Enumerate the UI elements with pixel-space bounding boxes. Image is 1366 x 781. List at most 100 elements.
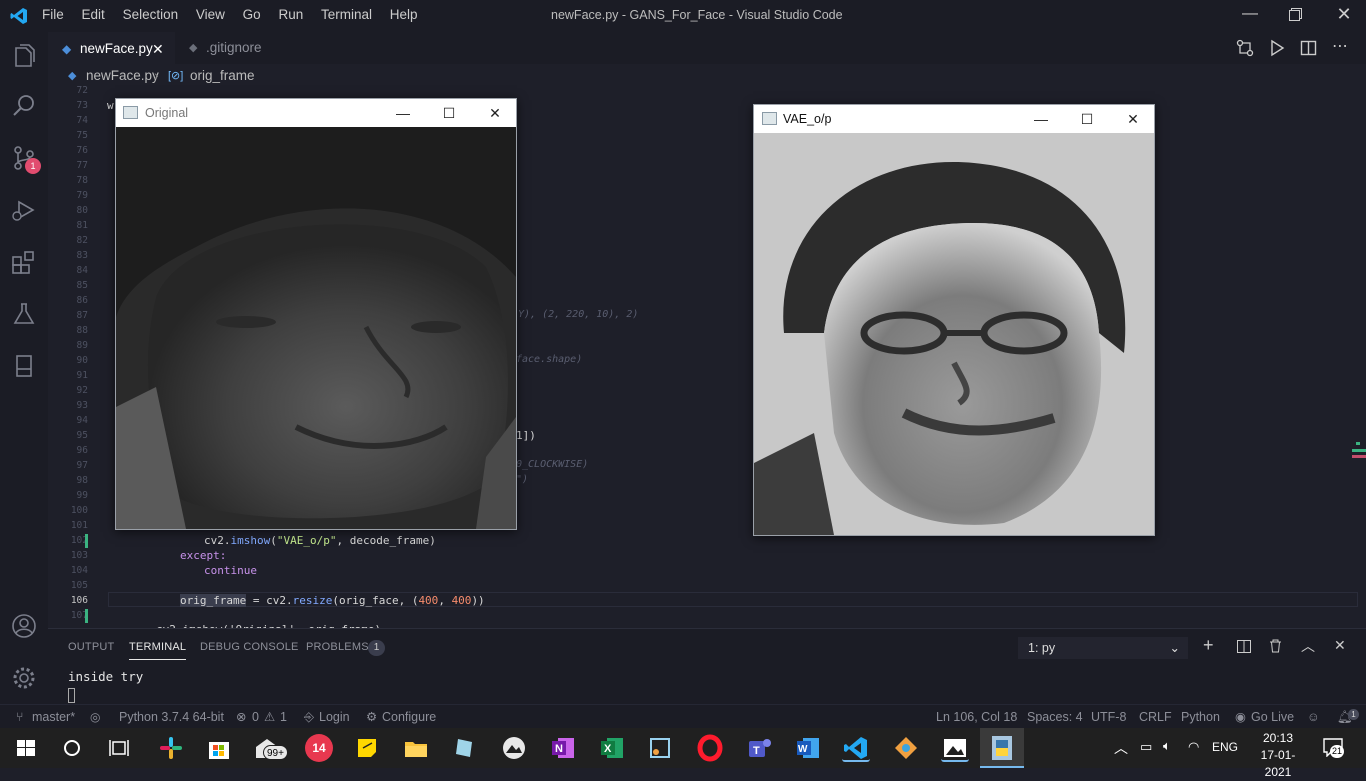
status-indentation[interactable]: Spaces: 4	[1027, 705, 1083, 729]
python-window-taskbar-button[interactable]	[980, 728, 1024, 768]
menu-go[interactable]: Go	[243, 7, 261, 22]
live-share-icon[interactable]: ◎	[90, 705, 100, 729]
new-terminal-plus-icon[interactable]: +	[1203, 635, 1214, 656]
app-window-icon	[123, 106, 138, 119]
opencv-window-original[interactable]: Original — ☐ ✕	[115, 98, 517, 530]
status-go-live[interactable]: Go Live	[1251, 705, 1294, 729]
git-extensions-icon[interactable]	[892, 734, 920, 762]
open-changes-icon[interactable]	[1236, 39, 1254, 57]
volume-icon[interactable]: 🔈︎	[1163, 738, 1171, 754]
vscode-taskbar-icon[interactable]	[842, 734, 870, 762]
restore-button[interactable]	[1289, 8, 1302, 21]
tab-gitignore[interactable]: ◆ .gitignore	[175, 32, 285, 64]
cv-window-title: Original	[145, 106, 189, 120]
status-error-count[interactable]: 0	[252, 705, 259, 729]
opencv-window-vae-output[interactable]: VAE_o/p — ☐ ✕	[753, 104, 1155, 536]
cv-close-button[interactable]: ✕	[472, 99, 518, 127]
more-actions-icon[interactable]: ⋯	[1332, 36, 1348, 56]
panel-tab-output[interactable]: OUTPUT	[68, 641, 114, 653]
cortana-search-icon[interactable]	[58, 734, 86, 762]
excel-icon[interactable]: X	[598, 734, 626, 762]
explorer-icon[interactable]	[10, 42, 38, 70]
action-center-icon[interactable]: 21	[1322, 737, 1344, 758]
panel-tab-debug-console[interactable]: DEBUG CONSOLE	[200, 641, 299, 653]
task-view-icon[interactable]	[105, 734, 133, 762]
line-number: 79	[76, 190, 88, 201]
input-language[interactable]: ENG	[1212, 740, 1238, 754]
snipping-tool-icon[interactable]	[646, 734, 674, 762]
status-configure[interactable]: Configure	[382, 705, 436, 729]
trash-icon[interactable]	[1269, 639, 1282, 653]
mail-icon[interactable]: 99+	[253, 734, 288, 762]
maximize-panel-chevron-up-icon[interactable]: ︿	[1301, 636, 1315, 656]
menu-selection[interactable]: Selection	[123, 7, 179, 22]
status-python-interpreter[interactable]: Python 3.7.4 64-bit	[119, 705, 224, 729]
slack-icon[interactable]	[157, 734, 185, 762]
feedback-icon[interactable]: ☺	[1307, 705, 1320, 729]
split-terminal-icon[interactable]	[1237, 640, 1251, 653]
activity-bar: 1	[0, 32, 48, 704]
webcam-face-image	[116, 127, 516, 529]
battery-icon[interactable]: ▭	[1140, 739, 1152, 755]
image-viewer-icon[interactable]	[941, 734, 969, 762]
minimize-button[interactable]: —	[1240, 5, 1260, 25]
remote-explorer-icon[interactable]	[10, 352, 38, 380]
terminal-cursor[interactable]	[68, 688, 75, 703]
breadcrumb-file[interactable]: newFace.py	[86, 64, 159, 88]
show-hidden-icons-chevron-up-icon[interactable]: ︿	[1114, 738, 1128, 758]
title-bar: File Edit Selection View Go Run Terminal…	[0, 0, 1366, 32]
status-cursor-position[interactable]: Ln 106, Col 18	[936, 705, 1017, 729]
menu-terminal[interactable]: Terminal	[321, 7, 372, 22]
status-eol[interactable]: CRLF	[1139, 705, 1172, 729]
status-login[interactable]: Login	[319, 705, 350, 729]
menu-run[interactable]: Run	[278, 7, 303, 22]
breadcrumb-symbol[interactable]: orig_frame	[190, 64, 255, 88]
terminal-output: inside try	[68, 669, 144, 684]
photos-icon[interactable]	[500, 734, 528, 762]
menu-view[interactable]: View	[196, 7, 225, 22]
close-panel-icon[interactable]: ✕	[1334, 637, 1346, 654]
status-branch[interactable]: master*	[32, 705, 75, 729]
status-encoding[interactable]: UTF-8	[1091, 705, 1126, 729]
menu-file[interactable]: File	[42, 7, 64, 22]
search-icon[interactable]	[10, 92, 38, 120]
cv-window-titlebar[interactable]: VAE_o/p — ☐ ✕	[754, 105, 1154, 133]
status-language-mode[interactable]: Python	[1181, 705, 1220, 729]
menu-edit[interactable]: Edit	[82, 7, 105, 22]
cv-maximize-button[interactable]: ☐	[426, 99, 472, 127]
run-file-icon[interactable]	[1268, 39, 1286, 57]
teams-icon[interactable]: T	[745, 734, 773, 762]
cv-minimize-button[interactable]: —	[1018, 105, 1064, 133]
onenote-icon[interactable]: N	[549, 734, 577, 762]
terminal-select-dropdown[interactable]: 1: py ⌄	[1018, 637, 1188, 659]
panel-tab-terminal[interactable]: TERMINAL	[129, 641, 187, 660]
opera-icon[interactable]	[696, 734, 724, 762]
testing-flask-icon[interactable]	[10, 300, 38, 328]
sticky-notes-icon[interactable]	[353, 734, 381, 762]
close-button[interactable]: ✕	[1334, 4, 1354, 24]
split-editor-icon[interactable]	[1300, 39, 1318, 57]
menu-help[interactable]: Help	[390, 7, 418, 22]
panel-tab-problems[interactable]: PROBLEMS	[306, 641, 369, 653]
cv-close-button[interactable]: ✕	[1110, 105, 1156, 133]
cv-maximize-button[interactable]: ☐	[1064, 105, 1110, 133]
extensions-icon[interactable]	[10, 248, 38, 276]
settings-gear-icon[interactable]	[10, 664, 38, 692]
configure-gear-icon: ⚙	[366, 710, 378, 724]
microsoft-store-icon[interactable]	[205, 734, 233, 762]
source-control-icon[interactable]: 1	[10, 144, 41, 174]
tab-close-icon[interactable]: ✕	[152, 33, 164, 65]
file-explorer-icon[interactable]	[402, 734, 430, 762]
run-debug-icon[interactable]	[10, 196, 38, 224]
windows-start-icon[interactable]	[12, 734, 40, 762]
system-clock[interactable]: 20:13 17-01-2021	[1248, 730, 1308, 781]
app-14-icon[interactable]: 14	[305, 734, 333, 762]
cv-window-titlebar[interactable]: Original — ☐ ✕	[116, 99, 516, 127]
tab-newface-py[interactable]: ◆ newFace.py ✕	[48, 32, 175, 64]
notepad-icon[interactable]	[450, 734, 478, 762]
cv-minimize-button[interactable]: —	[380, 99, 426, 127]
word-icon[interactable]: W	[794, 734, 822, 762]
account-icon[interactable]	[10, 612, 38, 640]
status-warning-count[interactable]: 1	[280, 705, 287, 729]
wifi-icon[interactable]: ◠	[1188, 739, 1199, 755]
